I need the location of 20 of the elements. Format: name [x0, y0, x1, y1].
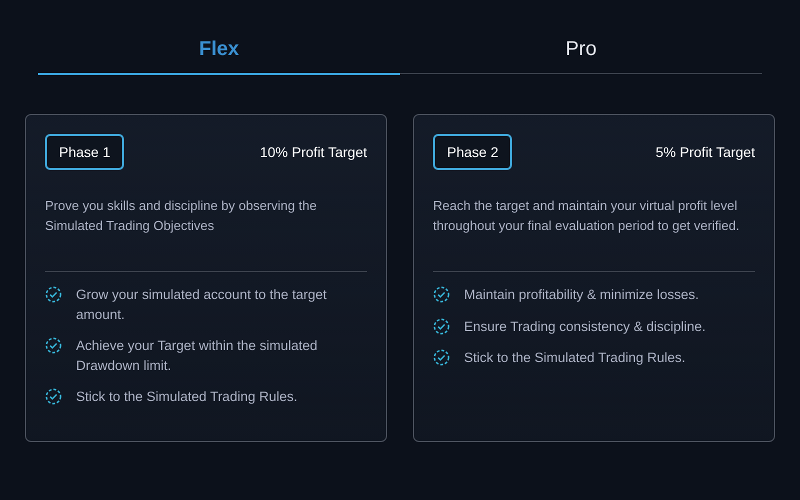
check-circle-icon	[433, 349, 450, 366]
phase-badge: Phase 2	[433, 134, 512, 170]
phase-badge: Phase 1	[45, 134, 124, 170]
check-circle-icon	[433, 286, 450, 303]
objective-text: Grow your simulated account to the target amount.	[76, 286, 328, 324]
objective-text: Stick to the Simulated Trading Rules.	[464, 349, 686, 367]
objective-text: Achieve your Target within the simulated Drawdown limit.	[76, 337, 318, 374]
profit-target: 5% Profit Target	[656, 144, 755, 160]
objective-text: Ensure Trading consistency & discipline.	[464, 318, 707, 336]
profit-target: 10% Profit Target	[260, 144, 367, 160]
check-circle-icon	[433, 318, 450, 334]
check-circle-icon	[45, 286, 62, 303]
phase-description: Prove you skills and discipline by observing the Simulated Trading Objectives	[45, 197, 318, 235]
objective-text: Stick to the Simulated Trading Rules.	[76, 388, 298, 406]
check-circle-icon	[45, 337, 62, 354]
objective-text: Maintain profitability & minimize losses.	[464, 286, 700, 304]
check-circle-icon	[45, 388, 62, 405]
phase-description: Reach the target and maintain your virtual profit level throughout your final evaluation period to get verified.	[433, 197, 740, 235]
tab[interactable]: Flex	[38, 38, 400, 75]
tab[interactable]: Pro	[400, 38, 762, 74]
